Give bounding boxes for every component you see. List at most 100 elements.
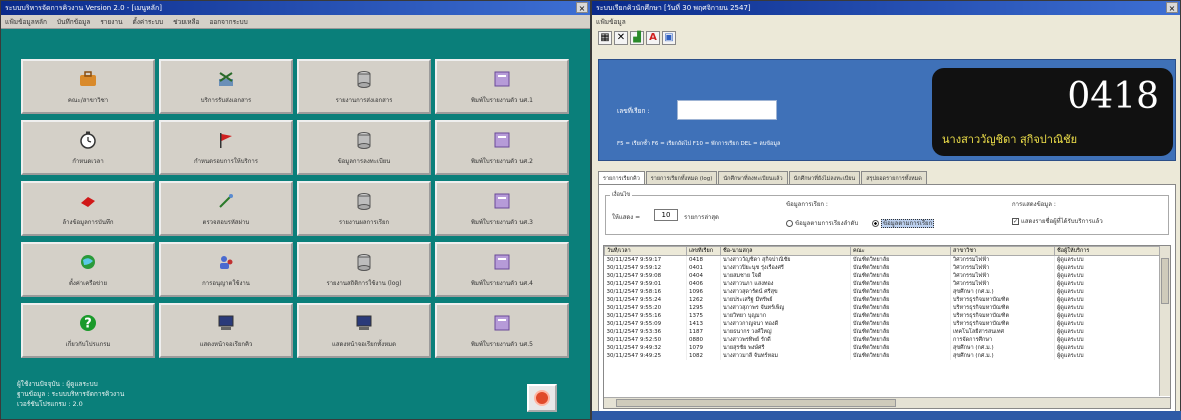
sort-by-order-radio[interactable]: ข้อมูลตามการเรียงลำดับ (786, 218, 858, 228)
exit-button[interactable] (527, 384, 557, 412)
toolbar: ▦ ✕ ▟ A ▣ (592, 29, 1180, 47)
table-row[interactable]: 30/11/2547 9:58:16 1096 นางสาวสุดารัตน์ ศร… (604, 288, 1161, 296)
menu-tile-6[interactable]: ข้อมูลการลงทะเบียน (297, 120, 431, 175)
menu-tile-1[interactable]: บริการรับส่งเอกสาร (159, 59, 293, 114)
menu-tile-14[interactable]: รายงานสถิติการใช้งาน (log) (297, 242, 431, 297)
queue-number-input[interactable] (677, 100, 777, 120)
table-cell: ผู้ดูแลระบบ (1054, 272, 1161, 280)
help-icon: ? (77, 312, 99, 334)
table-cell: สุขศึกษา (กศ.ม.) (950, 344, 1055, 352)
column-header[interactable]: เลขที่เรียก (686, 246, 721, 256)
table-row[interactable]: 30/11/2547 9:55:09 1413 นางสาวกาญจนา ทองดี… (604, 320, 1161, 328)
scroll-thumb[interactable] (616, 399, 896, 407)
menu-tile-label: พิมพ์ใบรายงานตัว นศ.4 (471, 280, 533, 287)
menu-tile-label: พิมพ์ใบรายงานตัว นศ.2 (471, 158, 533, 165)
table-cell: 0404 (686, 272, 721, 280)
menu-tile-8[interactable]: ล้างข้อมูลการบันทึก (21, 181, 155, 236)
close-icon[interactable]: × (576, 2, 588, 13)
menu-item-0[interactable]: แฟ้มข้อมูลหลัก (5, 17, 47, 27)
column-header[interactable]: ชื่อ-นามสกุล (720, 246, 851, 256)
menu-tile-11[interactable]: พิมพ์ใบรายงานตัว นศ.3 (435, 181, 569, 236)
table-row[interactable]: 30/11/2547 9:55:16 1375 นายวิทยา บุญมาก บัณ… (604, 312, 1161, 320)
document-purple-icon (491, 129, 513, 151)
close-icon[interactable]: × (1166, 2, 1178, 13)
table-cell: บัณฑิตวิทยาลัย (850, 288, 951, 296)
menu-tile-17[interactable]: แสดงหน้าจอเรียกคิว (159, 303, 293, 358)
menu-tile-3[interactable]: พิมพ์ใบรายงานตัว นศ.1 (435, 59, 569, 114)
horizontal-scrollbar[interactable] (604, 397, 1170, 408)
table-cell: 1262 (686, 296, 721, 304)
menu-tile-15[interactable]: พิมพ์ใบรายงานตัว นศ.4 (435, 242, 569, 297)
menu-item-5[interactable]: ออกจากระบบ (209, 17, 247, 27)
table-row[interactable]: 30/11/2547 9:49:32 1079 นายสุรชัย พงษ์ศรีบ… (604, 344, 1161, 352)
menu-tile-19[interactable]: พิมพ์ใบรายงานตัว นศ.5 (435, 303, 569, 358)
scissors-icon (215, 68, 237, 90)
menu-tile-13[interactable]: การอนุญาตใช้งาน (159, 242, 293, 297)
sort-by-call-radio[interactable]: ข้อมูลตามการเรียก (872, 218, 935, 228)
table-cell: ผู้ดูแลระบบ (1054, 264, 1161, 272)
menu-tile-9[interactable]: ตรวจสอบรหัสผ่าน (159, 181, 293, 236)
menu-tile-2[interactable]: รายงานการส่งเอกสาร (297, 59, 431, 114)
menu-tile-18[interactable]: แสดงหน้าจอเรียกทั้งหมด (297, 303, 431, 358)
vertical-scrollbar[interactable] (1159, 246, 1170, 396)
table-cell: นางสาวสุภาพร จันทร์เพ็ญ (720, 304, 851, 312)
options-legend: เงื่อนไข (610, 191, 633, 199)
table-header-row: วันที่/เวลา เลขที่เรียก ชื่อ-นามสกุล คณะ สาข… (604, 246, 1161, 256)
table-row[interactable]: 30/11/2547 9:53:36 1187 นายธนากร วงศ์ใหญ่บ… (604, 328, 1161, 336)
menu-item-4[interactable]: ช่วยเหลือ (173, 17, 199, 27)
column-header[interactable]: สาขาวิชา (950, 246, 1055, 256)
table-cell: นางสาวสุดารัตน์ ศรีสุข (720, 288, 851, 296)
menu-tile-7[interactable]: พิมพ์ใบรายงานตัว นศ.2 (435, 120, 569, 175)
menu-tile-5[interactable]: กำหนดรอบการให้บริการ (159, 120, 293, 175)
chart-icon[interactable]: ▟ (630, 31, 644, 45)
column-header[interactable]: วันที่/เวลา (604, 246, 687, 256)
table-cell: ผู้ดูแลระบบ (1054, 296, 1161, 304)
checkbox-checked-icon: ✓ (1012, 218, 1019, 225)
table-cell: 30/11/2547 9:55:20 (604, 304, 687, 312)
table-row[interactable]: 30/11/2547 9:59:01 0406 นางสาวนภา แสงทอง บั… (604, 280, 1161, 288)
call-history-table: วันที่/เวลา เลขที่เรียก ชื่อ-นามสกุล คณะ สาข… (603, 245, 1171, 409)
menu-tile-12[interactable]: ตั้งค่าเครือข่าย (21, 242, 155, 297)
table-cell: 1295 (686, 304, 721, 312)
image-icon[interactable]: ▣ (662, 31, 676, 45)
table-row[interactable]: 30/11/2547 9:55:24 1262 นายประเสริฐ มีทรัพ… (604, 296, 1161, 304)
table-row[interactable]: 30/11/2547 9:49:25 1082 นางสาวมาลี จันทร์ห… (604, 352, 1161, 360)
tools-icon (215, 190, 237, 212)
table-cell: 0418 (686, 255, 721, 264)
table-row[interactable]: 30/11/2547 9:55:20 1295 นางสาวสุภาพร จันทร… (604, 304, 1161, 312)
grid-icon[interactable]: ▦ (598, 31, 612, 45)
main-menu-titlebar: ระบบบริหารจัดการคิวงาน Version 2.0 - [เม… (1, 1, 590, 15)
show-served-checkbox[interactable]: ✓ แสดงรายชื่อผู้ที่ได้รับบริการแล้ว (1012, 216, 1103, 226)
document-purple-icon (491, 68, 513, 90)
menu-tile-label: ตรวจสอบรหัสผ่าน (202, 219, 250, 226)
table-cell: 1096 (686, 288, 721, 296)
table-row[interactable]: 30/11/2547 9:59:17 0418 นางสาววัญชิดา สุกิ… (604, 255, 1161, 264)
show-count-input[interactable]: 10 (654, 209, 678, 221)
column-header[interactable]: คณะ (850, 246, 951, 256)
table-cell: บัณฑิตวิทยาลัย (850, 296, 951, 304)
delete-icon[interactable]: ✕ (614, 31, 628, 45)
menu-tile-4[interactable]: กำหนดเวลา (21, 120, 155, 175)
table-row[interactable]: 30/11/2547 9:59:08 0404 นายสมชาย ใจดี บัณฑิ… (604, 272, 1161, 280)
menu-tile-10[interactable]: รายงานผลการเรียก (297, 181, 431, 236)
menu-item-3[interactable]: ตั้งค่าระบบ (133, 17, 164, 27)
table-cell: ผู้ดูแลระบบ (1054, 304, 1161, 312)
queue-call-menu-bar: แฟ้มข้อมูล (592, 15, 1180, 29)
table-row[interactable]: 30/11/2547 9:59:12 0401 นางสาวปิยะนุช รุ่ง… (604, 264, 1161, 272)
table-cell: บริหารธุรกิจมหาบัณฑิต (950, 296, 1055, 304)
table-cell: บัณฑิตวิทยาลัย (850, 352, 951, 360)
menu-tile-0[interactable]: คณะ/สาขาวิชา (21, 59, 155, 114)
document-purple-icon (491, 251, 513, 273)
menu-tile-16[interactable]: ? เกี่ยวกับโปรแกรม (21, 303, 155, 358)
menu-tile-label: คณะ/สาขาวิชา (67, 97, 109, 104)
menu-item-1[interactable]: บันทึกข้อมูล (57, 17, 90, 27)
font-icon[interactable]: A (646, 31, 660, 45)
current-queue-number: 0418 (1067, 76, 1159, 117)
table-cell: 30/11/2547 9:49:25 (604, 352, 687, 360)
status-line: ฐานข้อมูล : ระบบบริหารจัดการคิวงาน (17, 390, 125, 398)
table-row[interactable]: 30/11/2547 9:52:50 0880 นางสาวพรทิพย์ รักด… (604, 336, 1161, 344)
column-header[interactable]: ชื่อผู้ให้บริการ (1054, 246, 1161, 256)
menu-item-0[interactable]: แฟ้มข้อมูล (596, 17, 626, 27)
menu-item-2[interactable]: รายงาน (100, 17, 122, 27)
scroll-thumb[interactable] (1161, 258, 1169, 304)
